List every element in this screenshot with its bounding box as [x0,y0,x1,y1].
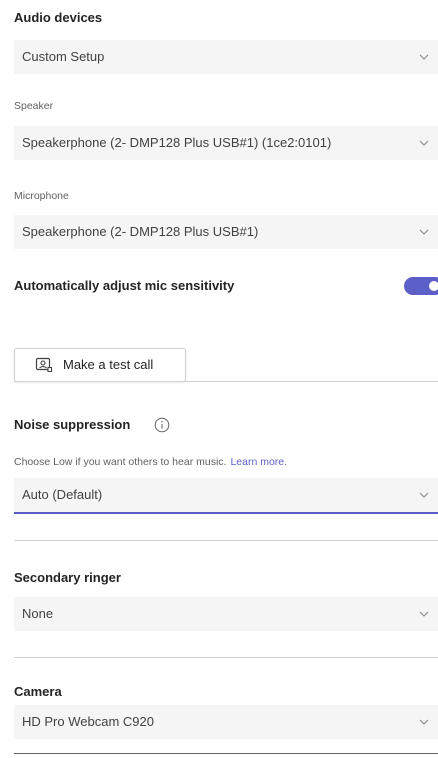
chevron-down-icon [419,229,429,235]
chevron-down-icon [419,492,429,498]
camera-value: HD Pro Webcam C920 [22,714,154,729]
divider [14,540,438,541]
speaker-value: Speakerphone (2- DMP128 Plus USB#1) (1ce… [22,135,332,150]
noise-suppression-hint: Choose Low if you want others to hear mu… [14,456,287,468]
test-call-icon [35,357,53,373]
secondary-ringer-dropdown[interactable]: None [14,597,438,631]
make-test-call-button[interactable]: Make a test call [14,348,186,382]
toggle-knob [429,281,438,291]
chevron-down-icon [419,719,429,725]
secondary-ringer-title: Secondary ringer [14,570,121,585]
microphone-value: Speakerphone (2- DMP128 Plus USB#1) [22,224,259,239]
audio-devices-title: Audio devices [14,10,103,25]
noise-suppression-title: Noise suppression [14,417,131,432]
camera-title: Camera [14,684,62,699]
chevron-down-icon [419,140,429,146]
noise-suppression-hint-text: Choose Low if you want others to hear mu… [14,456,227,468]
auto-adjust-toggle[interactable] [404,277,438,295]
chevron-down-icon [419,611,429,617]
chevron-down-icon [419,54,429,60]
learn-more-link[interactable]: Learn more. [230,456,287,468]
divider [14,657,438,658]
camera-dropdown[interactable]: HD Pro Webcam C920 [14,705,438,739]
auto-adjust-label: Automatically adjust mic sensitivity [14,278,235,293]
audio-devices-value: Custom Setup [22,49,105,64]
info-icon[interactable] [154,417,170,433]
divider [14,753,438,754]
speaker-label: Speaker [14,100,54,112]
speaker-dropdown[interactable]: Speakerphone (2- DMP128 Plus USB#1) (1ce… [14,126,438,160]
audio-devices-dropdown[interactable]: Custom Setup [14,40,438,74]
noise-suppression-value: Auto (Default) [22,487,103,502]
noise-suppression-dropdown[interactable]: Auto (Default) [14,478,438,514]
divider [14,381,438,382]
microphone-dropdown[interactable]: Speakerphone (2- DMP128 Plus USB#1) [14,215,438,249]
make-test-call-label: Make a test call [63,357,154,372]
microphone-label: Microphone [14,190,69,202]
secondary-ringer-value: None [22,606,54,621]
